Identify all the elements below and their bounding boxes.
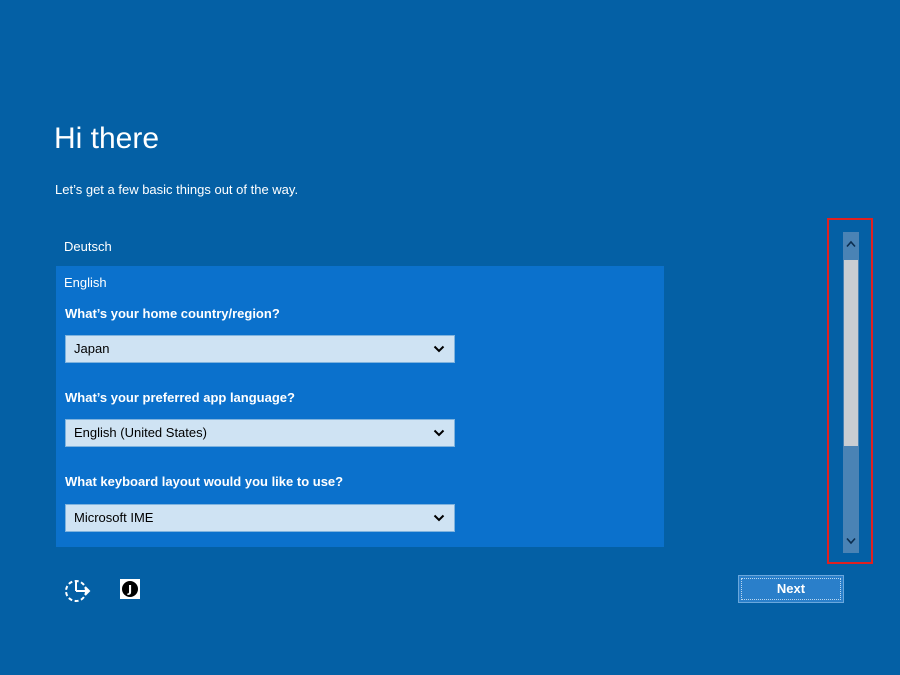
ease-of-access-icon[interactable] [62, 575, 92, 605]
scrollbar-thumb[interactable] [844, 260, 858, 446]
chevron-down-icon [433, 345, 445, 353]
app-language-dropdown-value: English (United States) [74, 425, 207, 440]
language-item-deutsch[interactable]: Deutsch [56, 230, 664, 264]
page-subtitle: Let’s get a few basic things out of the … [55, 182, 299, 197]
chevron-down-icon [433, 514, 445, 522]
ime-glyph: J [122, 581, 138, 597]
keyboard-question: What keyboard layout would you like to u… [65, 474, 344, 489]
country-dropdown-value: Japan [74, 341, 110, 356]
language-item-english-panel: English What’s your home country/region?… [56, 266, 664, 547]
country-question: What’s your home country/region? [65, 306, 280, 321]
chevron-down-icon [433, 429, 445, 437]
app-language-question: What’s your preferred app language? [65, 390, 295, 405]
keyboard-dropdown-value: Microsoft IME [74, 510, 154, 525]
country-dropdown[interactable]: Japan [65, 335, 455, 363]
keyboard-dropdown[interactable]: Microsoft IME [65, 504, 455, 532]
next-button[interactable]: Next [738, 575, 844, 603]
app-language-dropdown[interactable]: English (United States) [65, 419, 455, 447]
page-title: Hi there [54, 122, 160, 155]
vertical-scrollbar[interactable] [843, 232, 859, 553]
chevron-down-icon [846, 537, 856, 545]
scroll-up-button[interactable] [843, 232, 859, 256]
chevron-up-icon [846, 240, 856, 248]
scroll-down-button[interactable] [843, 529, 859, 553]
ime-japanese-icon[interactable]: J [120, 579, 140, 599]
language-item-english[interactable]: English [64, 275, 107, 290]
